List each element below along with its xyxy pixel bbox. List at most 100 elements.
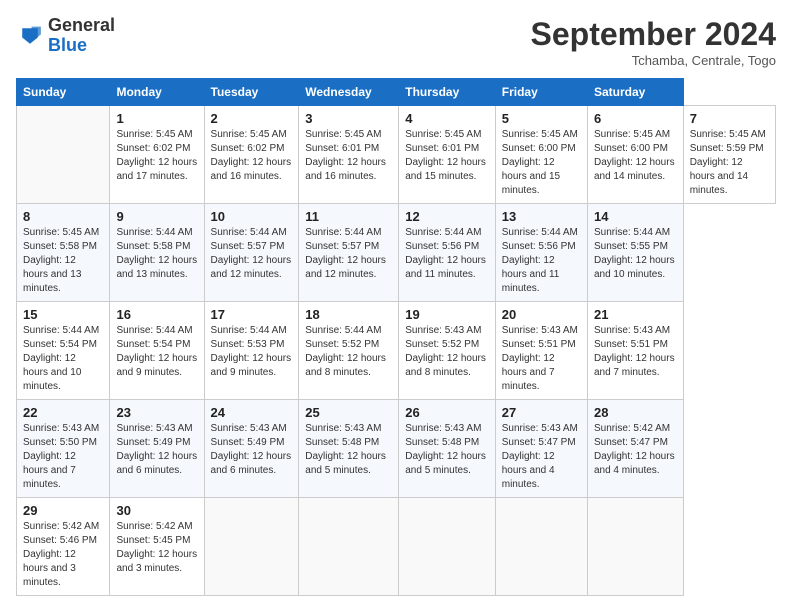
calendar-cell: 9Sunrise: 5:44 AMSunset: 5:58 PMDaylight… [110, 204, 204, 302]
calendar-week-1: 1 Sunrise: 5:45 AMSunset: 6:02 PMDaylight… [17, 106, 776, 204]
day-info: Sunrise: 5:43 AMSunset: 5:47 PMDaylight:… [502, 422, 581, 492]
calendar-cell: 21Sunrise: 5:43 AMSunset: 5:51 PMDayligh… [587, 302, 683, 400]
day-info: Sunrise: 5:45 AMSunset: 5:59 PMDaylight:… [690, 128, 769, 198]
day-number: 24 [211, 405, 293, 420]
calendar-cell [399, 498, 495, 596]
day-number: 7 [690, 111, 769, 126]
day-number: 23 [116, 405, 197, 420]
day-info: Sunrise: 5:43 AMSunset: 5:48 PMDaylight:… [305, 422, 392, 478]
calendar-cell: 18 Sunrise: 5:44 AMSunset: 5:52 PMDayligh… [299, 302, 399, 400]
day-number: 20 [502, 307, 581, 322]
calendar-cell: 17Sunrise: 5:44 AMSunset: 5:53 PMDayligh… [204, 302, 299, 400]
day-number: 4 [405, 111, 488, 126]
calendar-cell: 3Sunrise: 5:45 AMSunset: 6:01 PMDaylight… [299, 106, 399, 204]
day-info: Sunrise: 5:44 AMSunset: 5:56 PMDaylight:… [502, 226, 581, 296]
day-number: 30 [116, 503, 197, 518]
day-number: 5 [502, 111, 581, 126]
calendar-header: SundayMondayTuesdayWednesdayThursdayFrid… [17, 79, 776, 106]
day-info: Sunrise: 5:42 AMSunset: 5:46 PMDaylight:… [23, 520, 103, 590]
day-header-tuesday: Tuesday [204, 79, 299, 106]
day-info: Sunrise: 5:43 AMSunset: 5:51 PMDaylight:… [502, 324, 581, 394]
day-header-saturday: Saturday [587, 79, 683, 106]
day-number: 11 [305, 209, 392, 224]
calendar-cell: 13 Sunrise: 5:44 AMSunset: 5:56 PMDayligh… [495, 204, 587, 302]
calendar-cell [587, 498, 683, 596]
calendar-cell: 11 Sunrise: 5:44 AMSunset: 5:57 PMDayligh… [299, 204, 399, 302]
day-number: 27 [502, 405, 581, 420]
calendar-week-2: 8 Sunrise: 5:45 AMSunset: 5:58 PMDaylight… [17, 204, 776, 302]
day-info: Sunrise: 5:44 AMSunset: 5:53 PMDaylight:… [211, 324, 293, 380]
day-info: Sunrise: 5:45 AMSunset: 5:58 PMDaylight:… [23, 226, 103, 296]
day-info: Sunrise: 5:45 AMSunset: 6:00 PMDaylight:… [594, 128, 677, 184]
calendar-cell: 23 Sunrise: 5:43 AMSunset: 5:49 PMDayligh… [110, 400, 204, 498]
day-number: 13 [502, 209, 581, 224]
day-number: 15 [23, 307, 103, 322]
month-title: September 2024 [531, 16, 776, 53]
day-number: 1 [116, 111, 197, 126]
day-number: 2 [211, 111, 293, 126]
calendar-cell: 16Sunrise: 5:44 AMSunset: 5:54 PMDayligh… [110, 302, 204, 400]
day-header-friday: Friday [495, 79, 587, 106]
calendar-cell [17, 106, 110, 204]
calendar-cell: 7 Sunrise: 5:45 AMSunset: 5:59 PMDaylight… [683, 106, 775, 204]
day-header-wednesday: Wednesday [299, 79, 399, 106]
day-number: 16 [116, 307, 197, 322]
logo: General Blue [16, 16, 115, 56]
day-number: 14 [594, 209, 677, 224]
calendar-cell: 5Sunrise: 5:45 AMSunset: 6:00 PMDaylight… [495, 106, 587, 204]
day-info: Sunrise: 5:44 AMSunset: 5:57 PMDaylight:… [211, 226, 293, 282]
day-number: 18 [305, 307, 392, 322]
day-header-monday: Monday [110, 79, 204, 106]
day-number: 8 [23, 209, 103, 224]
day-info: Sunrise: 5:43 AMSunset: 5:51 PMDaylight:… [594, 324, 677, 380]
day-info: Sunrise: 5:45 AMSunset: 6:02 PMDaylight:… [116, 128, 197, 184]
calendar-cell: 25 Sunrise: 5:43 AMSunset: 5:48 PMDayligh… [299, 400, 399, 498]
logo-icon [16, 22, 44, 50]
day-info: Sunrise: 5:45 AMSunset: 6:02 PMDaylight:… [211, 128, 293, 184]
calendar-cell: 22 Sunrise: 5:43 AMSunset: 5:50 PMDayligh… [17, 400, 110, 498]
calendar-cell: 4Sunrise: 5:45 AMSunset: 6:01 PMDaylight… [399, 106, 495, 204]
calendar-cell [495, 498, 587, 596]
day-info: Sunrise: 5:44 AMSunset: 5:54 PMDaylight:… [23, 324, 103, 394]
day-number: 3 [305, 111, 392, 126]
day-info: Sunrise: 5:43 AMSunset: 5:50 PMDaylight:… [23, 422, 103, 492]
day-number: 28 [594, 405, 677, 420]
day-info: Sunrise: 5:42 AMSunset: 5:47 PMDaylight:… [594, 422, 677, 478]
calendar-week-5: 29Sunrise: 5:42 AMSunset: 5:46 PMDayligh… [17, 498, 776, 596]
page-header: General Blue September 2024 Tchamba, Cen… [16, 16, 776, 68]
day-number: 12 [405, 209, 488, 224]
calendar-cell: 6 Sunrise: 5:45 AMSunset: 6:00 PMDaylight… [587, 106, 683, 204]
calendar-cell: 27 Sunrise: 5:43 AMSunset: 5:47 PMDayligh… [495, 400, 587, 498]
day-number: 10 [211, 209, 293, 224]
day-number: 19 [405, 307, 488, 322]
logo-text: General Blue [48, 16, 115, 56]
day-info: Sunrise: 5:42 AMSunset: 5:45 PMDaylight:… [116, 520, 197, 576]
day-info: Sunrise: 5:43 AMSunset: 5:52 PMDaylight:… [405, 324, 488, 380]
calendar-week-3: 15 Sunrise: 5:44 AMSunset: 5:54 PMDayligh… [17, 302, 776, 400]
day-number: 6 [594, 111, 677, 126]
day-header-sunday: Sunday [17, 79, 110, 106]
calendar-cell [299, 498, 399, 596]
calendar-cell: 1 Sunrise: 5:45 AMSunset: 6:02 PMDaylight… [110, 106, 204, 204]
day-info: Sunrise: 5:44 AMSunset: 5:52 PMDaylight:… [305, 324, 392, 380]
calendar-cell: 19 Sunrise: 5:43 AMSunset: 5:52 PMDayligh… [399, 302, 495, 400]
calendar-cell: 8 Sunrise: 5:45 AMSunset: 5:58 PMDaylight… [17, 204, 110, 302]
title-block: September 2024 Tchamba, Centrale, Togo [531, 16, 776, 68]
location-subtitle: Tchamba, Centrale, Togo [531, 53, 776, 68]
day-info: Sunrise: 5:44 AMSunset: 5:57 PMDaylight:… [305, 226, 392, 282]
calendar-cell: 20 Sunrise: 5:43 AMSunset: 5:51 PMDayligh… [495, 302, 587, 400]
calendar-cell: 2 Sunrise: 5:45 AMSunset: 6:02 PMDaylight… [204, 106, 299, 204]
calendar-body: 1 Sunrise: 5:45 AMSunset: 6:02 PMDaylight… [17, 106, 776, 596]
day-info: Sunrise: 5:43 AMSunset: 5:48 PMDaylight:… [405, 422, 488, 478]
day-number: 22 [23, 405, 103, 420]
calendar-cell: 10 Sunrise: 5:44 AMSunset: 5:57 PMDayligh… [204, 204, 299, 302]
day-info: Sunrise: 5:43 AMSunset: 5:49 PMDaylight:… [211, 422, 293, 478]
calendar-cell: 29Sunrise: 5:42 AMSunset: 5:46 PMDayligh… [17, 498, 110, 596]
calendar-table: SundayMondayTuesdayWednesdayThursdayFrid… [16, 78, 776, 596]
calendar-cell: 15 Sunrise: 5:44 AMSunset: 5:54 PMDayligh… [17, 302, 110, 400]
calendar-cell: 12Sunrise: 5:44 AMSunset: 5:56 PMDayligh… [399, 204, 495, 302]
calendar-cell: 30 Sunrise: 5:42 AMSunset: 5:45 PMDayligh… [110, 498, 204, 596]
day-number: 25 [305, 405, 392, 420]
calendar-cell: 28 Sunrise: 5:42 AMSunset: 5:47 PMDayligh… [587, 400, 683, 498]
day-info: Sunrise: 5:43 AMSunset: 5:49 PMDaylight:… [116, 422, 197, 478]
